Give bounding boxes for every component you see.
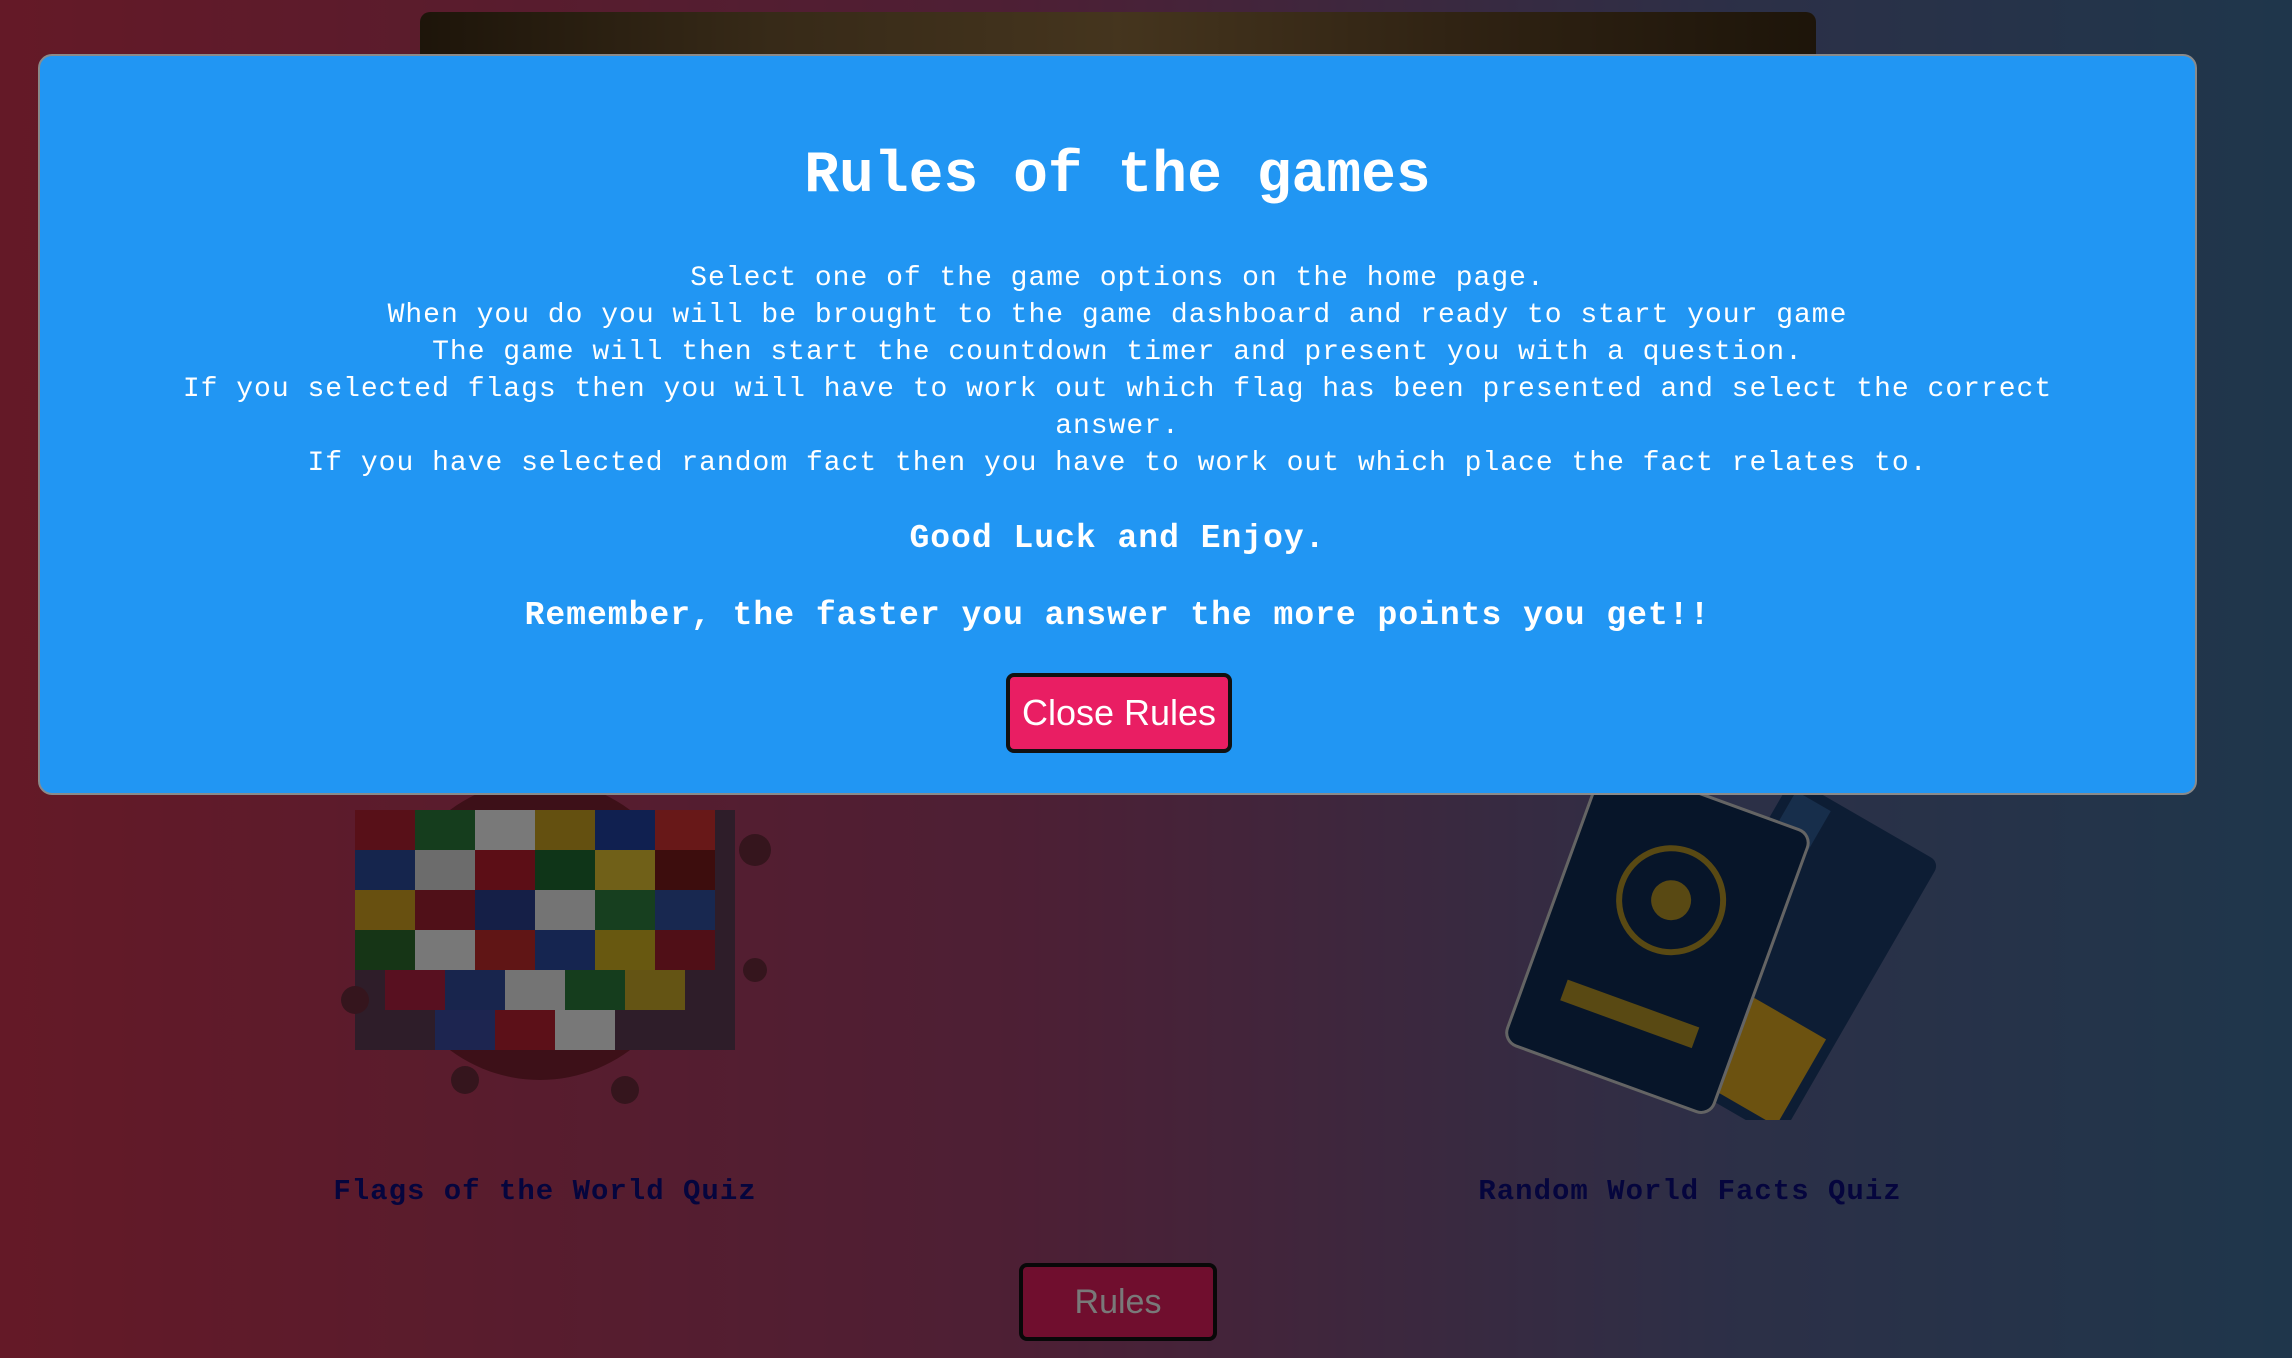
rules-modal: Rules of the games Select one of the gam… <box>38 54 2197 795</box>
rule-line: When you do you will be brought to the g… <box>387 299 1848 331</box>
good-luck-text: Good Luck and Enjoy. <box>909 519 1326 557</box>
rules-text: Select one of the game options on the ho… <box>168 260 2068 482</box>
remember-text: Remember, the faster you answer the more… <box>524 596 1711 634</box>
rule-line: If you have selected random fact then yo… <box>307 447 1928 479</box>
modal-title: Rules of the games <box>804 144 1431 209</box>
rule-line: If you selected flags then you will have… <box>182 373 2053 442</box>
close-rules-button[interactable]: Close Rules <box>1006 673 1232 753</box>
rule-line: Select one of the game options on the ho… <box>690 262 1545 294</box>
rule-line: The game will then start the countdown t… <box>432 336 1803 368</box>
